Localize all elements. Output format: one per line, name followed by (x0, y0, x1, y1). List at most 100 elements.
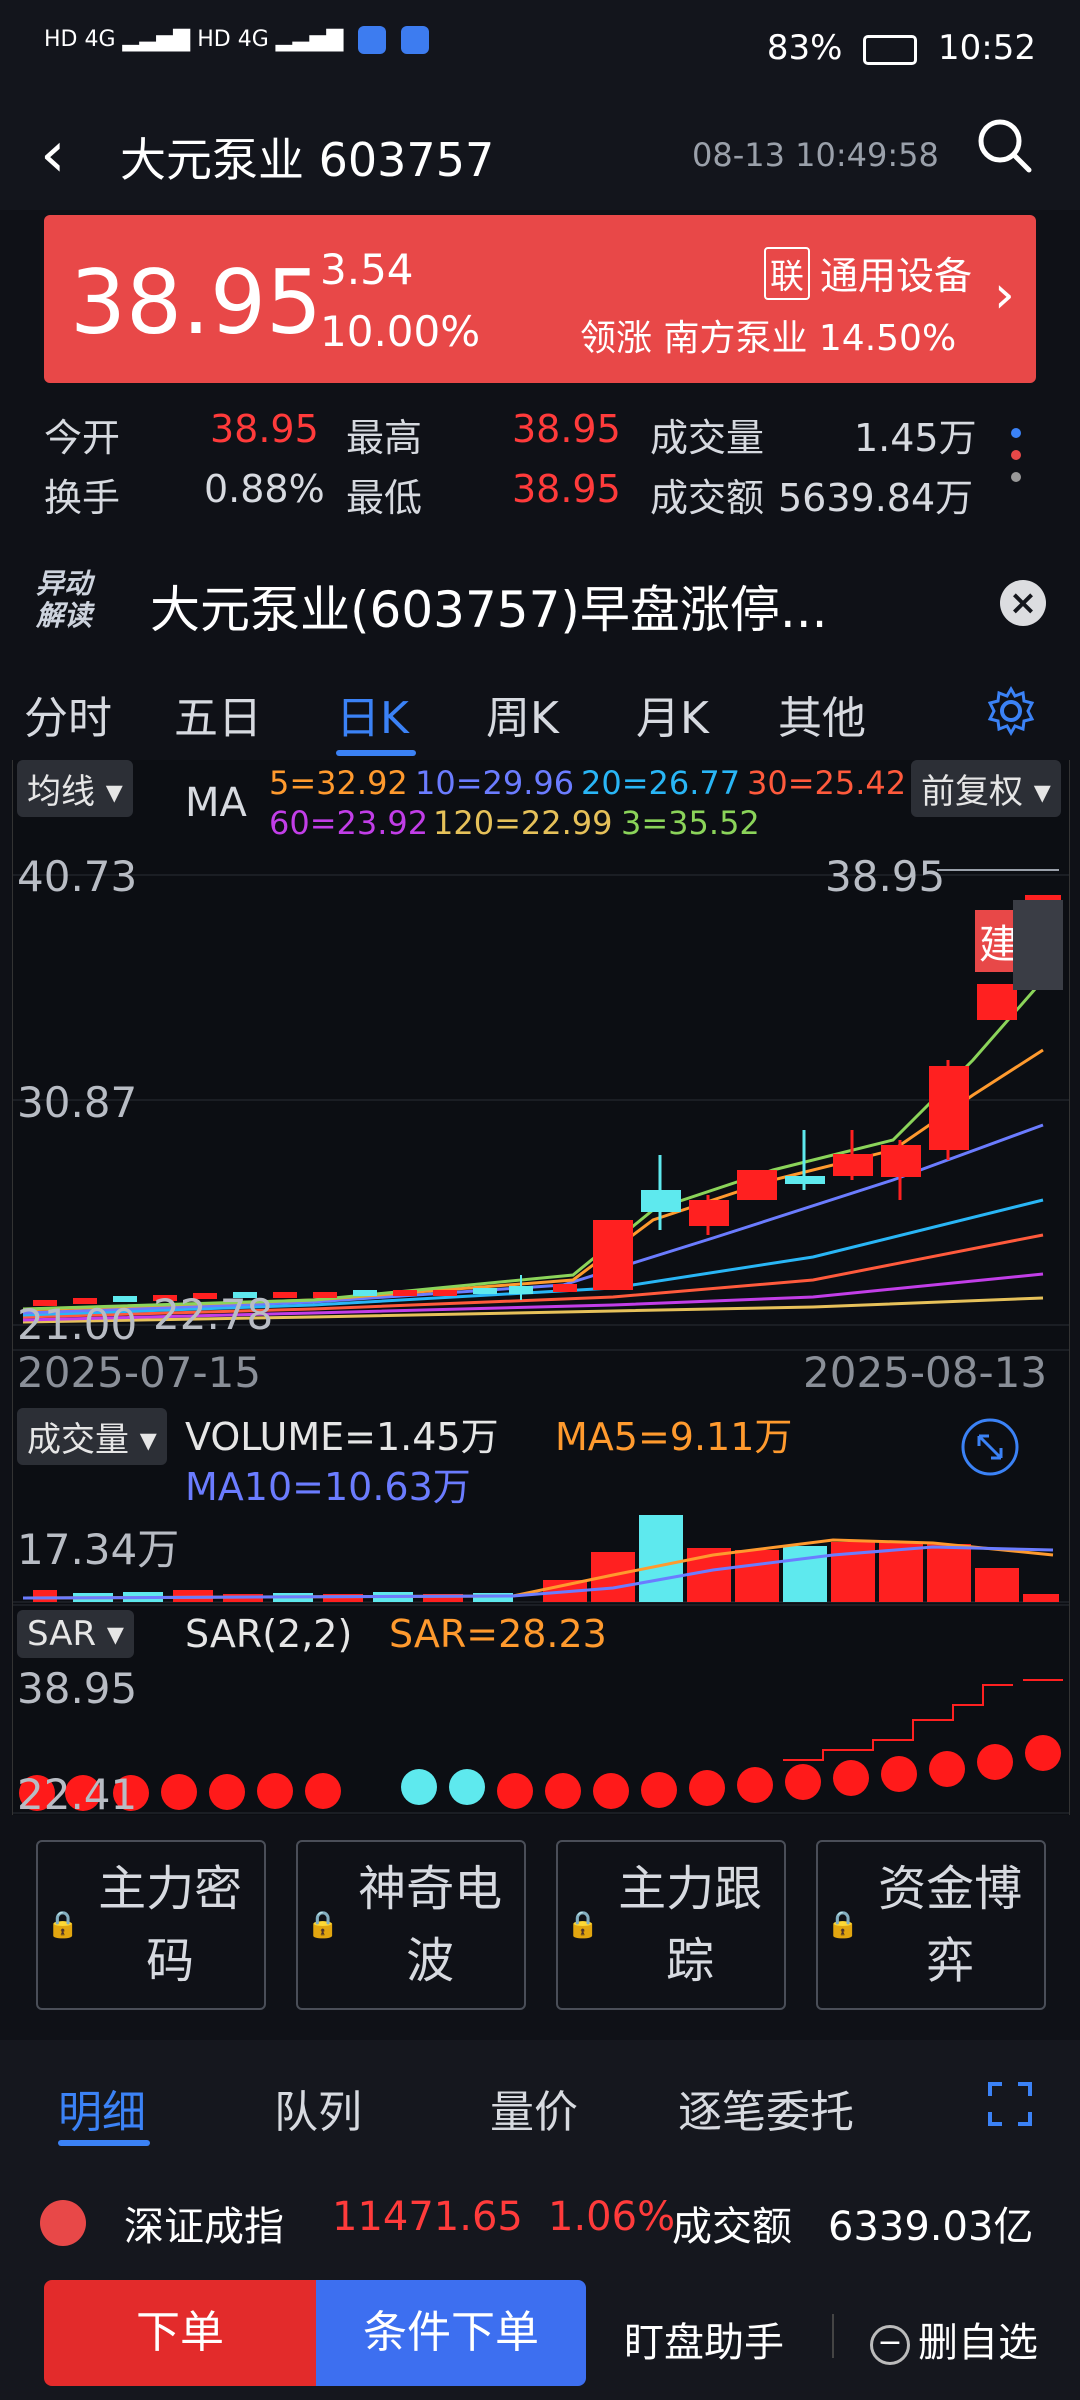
volume-max: 17.34万 (17, 1525, 180, 1574)
tab-intraday[interactable]: 分时 (24, 682, 112, 746)
price-panel: 38.95 3.54 10.00% 联 通用设备 领涨 南方泵业 14.50% … (44, 215, 1036, 383)
app-icon (358, 26, 387, 54)
index-amount: 6339.03亿 (828, 2204, 1034, 2250)
index-ticker[interactable]: 深证成指 11471.65 1.06% 成交额 6339.03亿 (0, 2170, 1080, 2270)
low-value: 38.95 (512, 467, 621, 511)
tab-queue[interactable]: 队列 (274, 2076, 362, 2140)
chart-tabs: 分时 五日 日K 周K 月K 其他 (0, 658, 1080, 763)
network-1: HD 4G (44, 27, 116, 52)
watch-assistant-button[interactable]: 盯盘助手 (624, 2310, 784, 2368)
remove-favorite-button[interactable]: − 删自选 (870, 2310, 1038, 2368)
index-logo-icon (40, 2200, 86, 2246)
volume-selector[interactable]: 成交量 ▾ (17, 1408, 167, 1465)
ma3-line (22, 979, 1045, 1311)
lock-icon: 🔒 (826, 1910, 860, 1940)
index-name: 深证成指 (124, 2204, 284, 2250)
sector-tag-icon: 联 (764, 247, 810, 300)
conditional-order-button[interactable]: 条件下单 (316, 2280, 586, 2386)
close-icon[interactable]: × (1000, 580, 1046, 626)
app-icon (401, 26, 430, 54)
search-icon[interactable] (975, 116, 1032, 173)
sar-selector-label: SAR (27, 1614, 97, 1654)
low-label: 最低 (346, 476, 423, 520)
sar-dots (19, 1735, 1061, 1811)
tool-main-force-code[interactable]: 🔒 主力密码 (36, 1840, 266, 2010)
high-marker: 38.95 (825, 852, 946, 901)
bottom-action-bar: 下单 条件下单 盯盘助手 − 删自选 (0, 2270, 1080, 2400)
status-right: 83% 10:52 (767, 28, 1036, 68)
grid (13, 874, 1069, 1814)
quote-datetime: 08-13 10:49:58 (692, 136, 939, 174)
tab-daily-k[interactable]: 日K (336, 682, 409, 746)
chevron-right-icon[interactable]: › (994, 265, 1015, 325)
candles (33, 869, 1061, 1306)
sar-axis-top: 38.95 (17, 1664, 138, 1713)
price-pct: 10.00% (320, 307, 481, 356)
detail-tab-underline (58, 2140, 150, 2146)
back-icon[interactable]: ‹ (40, 118, 66, 192)
status-bar: HD 4G ▂▃▅▇ HD 4G ▂▃▅▇ 83% 10:52 (0, 0, 1080, 100)
sector-name[interactable]: 通用设备 (820, 245, 972, 300)
sar-value: SAR=28.23 (389, 1612, 607, 1656)
fullscreen-icon[interactable] (986, 2080, 1034, 2139)
more-dots-icon[interactable] (1010, 425, 1021, 504)
signal-icon: ▂▃▅▇ (275, 27, 344, 52)
volume-ma5: MA5=9.11万 (555, 1415, 793, 1459)
tab-five-day[interactable]: 五日 (174, 682, 262, 746)
news-badge-icon: 异动 解读 (36, 568, 92, 632)
sar-steps (783, 1679, 1063, 1761)
x-axis-start: 2025-07-15 (17, 1348, 262, 1397)
lock-icon: 🔒 (46, 1910, 80, 1940)
amount-value: 5639.84万 (778, 476, 974, 520)
volume-value: 1.45万 (854, 416, 977, 460)
tab-weekly-k[interactable]: 周K (486, 682, 559, 746)
stock-header: ‹ 大元泵业 603757 08-13 10:49:58 (0, 100, 1080, 210)
conditional-order-label: 条件下单 (363, 2307, 539, 2358)
tool-main-force-track[interactable]: 🔒 主力跟踪 (556, 1840, 786, 2010)
sar-selector[interactable]: SAR ▾ (17, 1610, 134, 1658)
tool-magic-wave[interactable]: 🔒 神奇电波 (296, 1840, 526, 2010)
high-label: 最高 (346, 416, 423, 460)
divider (832, 2314, 834, 2358)
quote-stats: 今开 38.95 最高 38.95 成交量 1.45万 换手 0.88% 最低 … (0, 395, 1080, 535)
kline-chart[interactable]: 均线 ▾ MA 5=32.92 10=29.96 20=26.77 30=25.… (12, 760, 1070, 1819)
build-badge-panel (1013, 900, 1063, 990)
gear-icon[interactable] (984, 684, 1038, 749)
page-title: 大元泵业 603757 (120, 133, 495, 187)
tab-order-book[interactable]: 逐笔委托 (678, 2076, 854, 2140)
sar-title: SAR(2,2) (185, 1612, 353, 1656)
network-2: HD 4G (197, 27, 269, 52)
x-axis-end: 2025-08-13 (803, 1348, 1048, 1397)
volume-ma10: MA10=10.63万 (185, 1465, 471, 1509)
volume-label: 成交量 (650, 416, 765, 460)
tab-detail[interactable]: 明细 (58, 2076, 146, 2140)
y-axis-mid: 30.87 (17, 1078, 138, 1127)
tab-other[interactable]: 其他 (778, 682, 866, 746)
tool-label: 主力跟踪 (618, 1861, 763, 1989)
index-amount-label: 成交额 (672, 2204, 792, 2250)
price-change: 3.54 (320, 245, 414, 294)
kline-svg (13, 869, 1069, 1814)
clock: 10:52 (938, 28, 1036, 68)
index-value: 11471.65 (332, 2194, 523, 2240)
expand-icon[interactable] (959, 1416, 1021, 1482)
tool-label: 资金博弈 (878, 1861, 1023, 1989)
premium-tools: 🔒 主力密码 🔒 神奇电波 🔒 主力跟踪 🔒 资金博弈 (36, 1840, 1046, 2010)
news-banner[interactable]: 异动 解读 大元泵业(603757)早盘涨停... × (0, 540, 1080, 655)
sector-leader[interactable]: 领涨 南方泵业 14.50% (580, 309, 956, 361)
low-marker: 22.78 (153, 1290, 274, 1339)
signal-icon: ▂▃▅▇ (122, 27, 191, 52)
tool-label: 主力密码 (98, 1861, 243, 1989)
news-title[interactable]: 大元泵业(603757)早盘涨停... (150, 570, 828, 642)
order-button[interactable]: 下单 (44, 2280, 316, 2386)
open-value: 38.95 (210, 407, 319, 451)
tab-volume-price[interactable]: 量价 (490, 2076, 578, 2140)
tool-capital-game[interactable]: 🔒 资金博弈 (816, 1840, 1046, 2010)
tab-monthly-k[interactable]: 月K (636, 682, 709, 746)
turnover-label: 换手 (44, 476, 121, 520)
y-axis-top: 40.73 (17, 852, 138, 901)
current-price: 38.95 (70, 251, 322, 354)
lock-icon: 🔒 (306, 1910, 340, 1940)
minus-circle-icon: − (870, 2325, 910, 2365)
amount-label: 成交额 (650, 476, 765, 520)
